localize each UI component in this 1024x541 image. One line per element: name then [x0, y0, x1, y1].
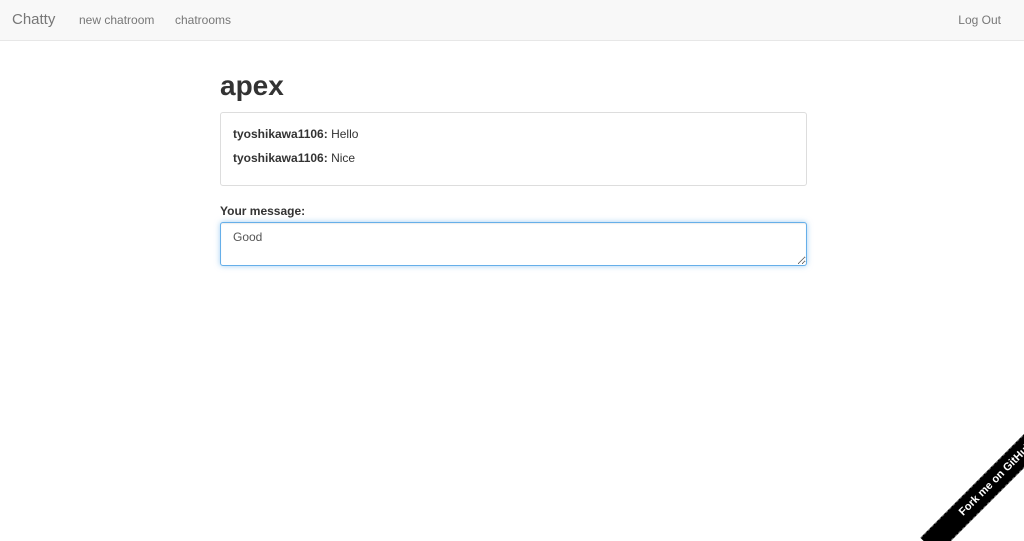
top-navbar: Chatty new chatroom chatrooms Log Out [0, 0, 1024, 41]
message-list: tyoshikawa1106: Hello tyoshikawa1106: Ni… [220, 112, 807, 186]
message-text: Hello [331, 127, 359, 141]
message-item: tyoshikawa1106: Nice [233, 151, 355, 165]
fork-on-github-link[interactable]: Fork me on GitHub [920, 421, 1024, 541]
brand-link[interactable]: Chatty [12, 11, 55, 28]
message-author: tyoshikawa1106: [233, 151, 328, 165]
message-input[interactable]: Good [220, 222, 807, 266]
github-ribbon: Fork me on GitHub [904, 421, 1024, 541]
message-label: Your message: [220, 204, 306, 218]
nav-new-chatroom-link[interactable]: new chatroom [79, 13, 154, 27]
message-item: tyoshikawa1106: Hello [233, 127, 358, 141]
logout-link[interactable]: Log Out [958, 13, 1001, 27]
message-text: Nice [331, 151, 356, 165]
message-author: tyoshikawa1106: [233, 127, 328, 141]
nav-chatrooms-link[interactable]: chatrooms [175, 13, 231, 27]
page-title: apex [220, 70, 284, 101]
